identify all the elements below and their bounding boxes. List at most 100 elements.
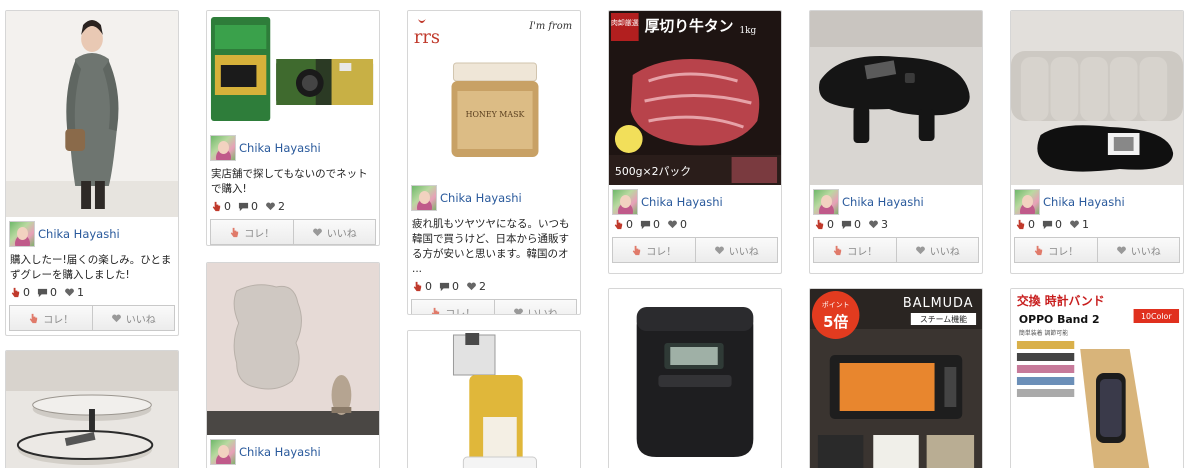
product-image[interactable] [1011, 11, 1183, 185]
product-card[interactable]: Chika Hayashi 0 0 3 コレ！ いいね [809, 10, 983, 274]
user-avatar[interactable] [411, 185, 437, 211]
iine-button[interactable]: いいね [494, 299, 577, 315]
card-actions: コレ！ いいね [210, 219, 376, 245]
like-count: 0 [224, 199, 231, 213]
card-user[interactable]: Chika Hayashi [1011, 185, 1183, 215]
user-avatar[interactable] [9, 221, 35, 247]
comment-count: 0 [452, 279, 459, 293]
svg-text:rrs: rrs [414, 27, 440, 48]
comment-bubble-icon [439, 282, 450, 291]
iine-button[interactable]: いいね [695, 237, 778, 263]
product-card[interactable]: Chika Hayashi 実店舗で探してもないのでネットで購入! 0 0 2 … [206, 10, 380, 246]
iine-button[interactable]: いいね [1097, 237, 1180, 263]
like-count: 0 [827, 217, 834, 231]
color-badge: 10Color [1141, 312, 1172, 321]
card-user[interactable]: Chika Hayashi [207, 435, 379, 465]
kore-button[interactable]: コレ！ [411, 299, 495, 314]
hand-pointer-icon [1035, 245, 1043, 255]
hand-pointer-icon [432, 307, 440, 314]
card-user[interactable]: Chika Hayashi [810, 185, 982, 215]
product-card[interactable]: Chika Hayashi [206, 262, 380, 468]
hand-pointer-icon [834, 245, 842, 255]
product-card[interactable]: Chika Hayashi 購入したー!届くの楽しみ。ひとまずグレーを購入しまし… [5, 10, 179, 336]
hand-pointer-icon [212, 201, 221, 211]
kore-button[interactable]: コレ！ [612, 237, 696, 263]
comment-bubble-icon [238, 202, 249, 211]
user-avatar[interactable] [1014, 189, 1040, 215]
user-name[interactable]: Chika Hayashi [641, 195, 723, 209]
card-user[interactable]: Chika Hayashi [6, 217, 178, 247]
product-image[interactable] [6, 351, 178, 468]
product-card[interactable]: BALMUDA スチーム機能 ポイント 5倍 [809, 288, 983, 468]
product-card[interactable]: rrs I'm from HONEY MASK Chika Hayashi 疲れ… [407, 10, 581, 315]
iine-button-label: いいね [1130, 246, 1161, 258]
heart-count: 0 [680, 217, 687, 231]
user-name[interactable]: Chika Hayashi [38, 227, 120, 241]
heart-count: 2 [278, 199, 285, 213]
card-actions: コレ！ いいね [9, 305, 175, 331]
product-card[interactable] [407, 330, 581, 468]
product-card[interactable]: 交換 時計バンド OPPO Band 2 10Color 簡単装着 調節可能 [1010, 288, 1184, 468]
user-name[interactable]: Chika Hayashi [842, 195, 924, 209]
card-stats: 0 0 2 [408, 277, 580, 297]
product-image[interactable]: 肉卸厳選 厚切り牛タン 1kg 500g×2パック [609, 11, 781, 185]
kore-button[interactable]: コレ！ [210, 219, 294, 245]
card-user[interactable]: Chika Hayashi [609, 185, 781, 215]
product-card[interactable] [5, 350, 179, 468]
product-image[interactable]: 交換 時計バンド OPPO Band 2 10Color 簡単装着 調節可能 [1011, 289, 1183, 468]
product-image[interactable]: rrs I'm from HONEY MASK [408, 11, 580, 181]
product-image[interactable] [207, 263, 379, 435]
product-image[interactable] [609, 289, 781, 468]
product-card[interactable]: Chika Hayashi 0 0 1 コレ！ いいね [1010, 10, 1184, 274]
iine-button[interactable]: いいね [896, 237, 979, 263]
iine-button[interactable]: いいね [293, 219, 376, 245]
product-image[interactable] [6, 11, 178, 217]
user-name[interactable]: Chika Hayashi [1043, 195, 1125, 209]
kore-button-label: コレ！ [847, 246, 878, 258]
product-title: 厚切り牛タン [645, 17, 734, 35]
iine-button-label: いいね [527, 308, 558, 315]
hand-pointer-icon [30, 313, 38, 323]
card-description: 疲れ肌もツヤツヤになる。いつも韓国で買うけど、日本から通販する方が安いと思います… [412, 218, 570, 275]
product-card[interactable]: 肉卸厳選 厚切り牛タン 1kg 500g×2パック Chika Hayashi … [608, 10, 782, 274]
kore-button[interactable]: コレ！ [9, 305, 93, 331]
product-card[interactable] [608, 288, 782, 468]
card-stats: 0 0 1 [1011, 215, 1183, 235]
heart-icon [714, 246, 724, 254]
user-name[interactable]: Chika Hayashi [239, 141, 321, 155]
card-description: 購入したー!届くの楽しみ。ひとまずグレーを購入しました! [10, 254, 172, 281]
iine-button[interactable]: いいね [92, 305, 175, 331]
comment-count: 0 [653, 217, 660, 231]
card-actions: コレ！ いいね [813, 237, 979, 263]
user-avatar[interactable] [813, 189, 839, 215]
product-image[interactable] [408, 331, 580, 468]
comment-count: 0 [251, 199, 258, 213]
heart-icon [1070, 220, 1079, 228]
user-avatar[interactable] [210, 135, 236, 161]
comment-bubble-icon [37, 288, 48, 297]
user-name[interactable]: Chika Hayashi [440, 191, 522, 205]
kore-button[interactable]: コレ！ [1014, 237, 1098, 263]
kore-button[interactable]: コレ！ [813, 237, 897, 263]
comment-bubble-icon [640, 220, 651, 229]
product-title: 交換 時計バンド [1017, 294, 1105, 308]
card-user[interactable]: Chika Hayashi [408, 181, 580, 211]
hand-pointer-icon [413, 281, 422, 291]
product-image[interactable] [810, 11, 982, 185]
product-weight: 1kg [739, 26, 756, 36]
pack-label: 500g×2パック [615, 165, 691, 178]
product-image[interactable] [207, 11, 379, 131]
hand-pointer-icon [1016, 219, 1025, 229]
kore-button-label: コレ！ [43, 314, 74, 326]
product-name: OPPO Band 2 [1019, 313, 1100, 326]
comment-count: 0 [1055, 217, 1062, 231]
card-user[interactable]: Chika Hayashi [207, 131, 379, 161]
feature-label: スチーム機能 [920, 314, 967, 324]
heart-icon [668, 220, 677, 228]
user-avatar[interactable] [210, 439, 236, 465]
product-image[interactable]: BALMUDA スチーム機能 ポイント 5倍 [810, 289, 982, 468]
iine-button-label: いいね [929, 246, 960, 258]
iine-button-label: いいね [326, 228, 357, 240]
user-name[interactable]: Chika Hayashi [239, 445, 321, 459]
user-avatar[interactable] [612, 189, 638, 215]
